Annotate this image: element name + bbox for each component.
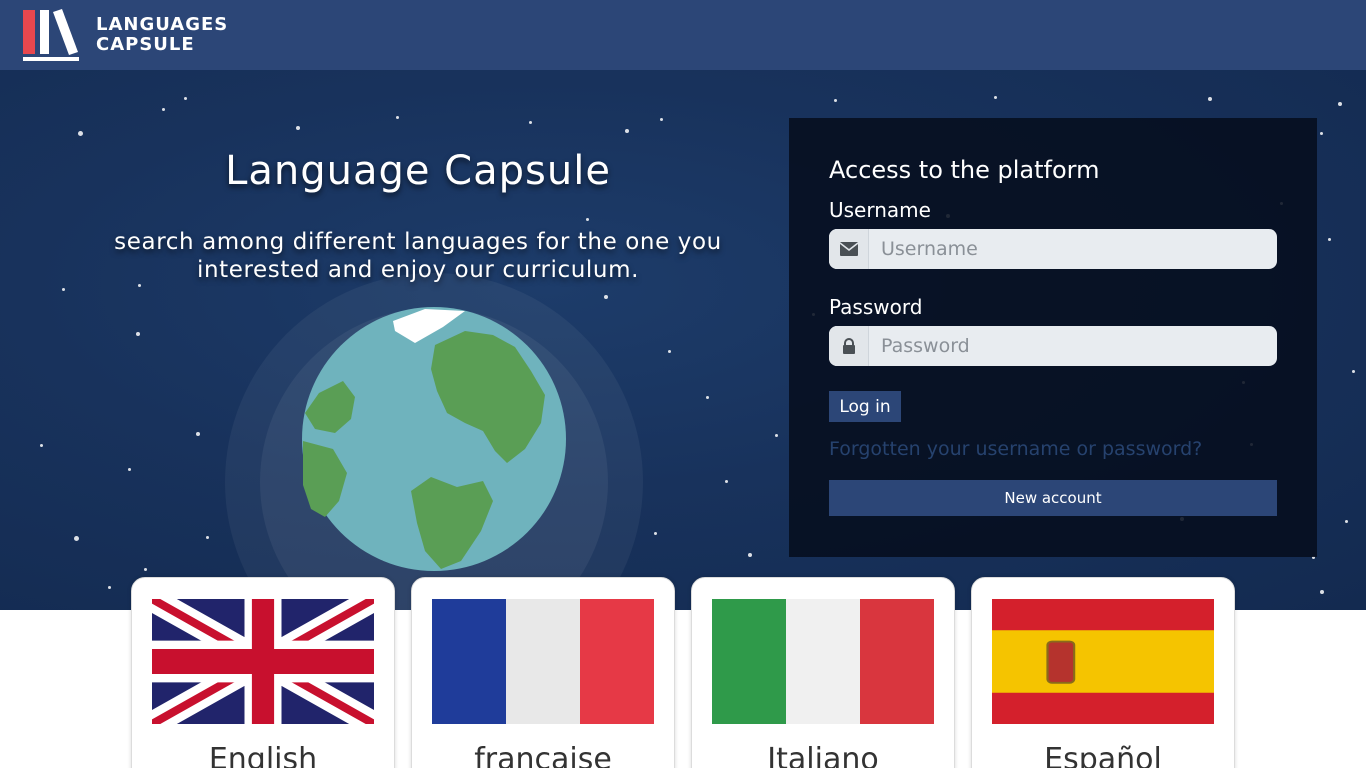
star-dot — [138, 284, 141, 287]
star-dot — [668, 350, 671, 353]
login-panel: Access to the platform Username Password… — [789, 118, 1317, 557]
username-input-group — [829, 229, 1277, 269]
top-navbar: LANGUAGES CAPSULE — [0, 0, 1366, 70]
star-dot — [775, 434, 778, 437]
language-card-french[interactable]: francaise — [411, 577, 675, 768]
star-dot — [396, 116, 399, 119]
password-input[interactable] — [869, 326, 1277, 366]
login-button[interactable]: Log in — [829, 391, 901, 422]
login-heading: Access to the platform — [829, 156, 1100, 184]
brand-line-2: CAPSULE — [96, 34, 195, 55]
star-dot — [1345, 520, 1348, 523]
star-dot — [625, 129, 629, 133]
star-dot — [1320, 590, 1324, 594]
star-dot — [725, 480, 728, 483]
star-dot — [206, 536, 209, 539]
star-dot — [184, 97, 187, 100]
star-dot — [62, 288, 65, 291]
star-dot — [1338, 102, 1342, 106]
hero-subtitle-line-1: search among different languages for the… — [114, 229, 722, 255]
star-dot — [78, 131, 83, 136]
hero-title: Language Capsule — [225, 148, 611, 194]
star-dot — [74, 536, 79, 541]
language-name: Español — [1044, 742, 1162, 768]
star-dot — [40, 444, 43, 447]
star-dot — [128, 468, 131, 471]
france-flag-icon — [432, 599, 654, 724]
star-dot — [296, 126, 300, 130]
language-name: francaise — [474, 742, 612, 768]
language-card-spanish[interactable]: Español — [971, 577, 1235, 768]
star-dot — [1352, 370, 1355, 373]
password-input-group — [829, 326, 1277, 366]
star-dot — [654, 532, 657, 535]
star-dot — [162, 108, 165, 111]
spain-flag-icon — [992, 599, 1214, 724]
brand-logo[interactable]: LANGUAGES CAPSULE — [22, 8, 228, 62]
star-dot — [748, 553, 752, 557]
star-dot — [994, 96, 997, 99]
brand-line-1: LANGUAGES — [96, 14, 229, 35]
language-card-english[interactable]: English — [131, 577, 395, 768]
star-dot — [144, 568, 147, 571]
brand-name: LANGUAGES CAPSULE — [96, 15, 228, 55]
star-dot — [196, 432, 200, 436]
star-dot — [1328, 238, 1331, 241]
star-dot — [586, 218, 589, 221]
star-dot — [1208, 97, 1212, 101]
username-label: Username — [829, 198, 931, 222]
star-dot — [706, 396, 709, 399]
star-dot — [108, 586, 111, 589]
books-logo-icon — [23, 9, 79, 61]
earth-globe-illustration — [225, 273, 643, 610]
star-dot — [136, 332, 140, 336]
forgot-credentials-link[interactable]: Forgotten your username or password? — [829, 438, 1202, 460]
hero-section: Language Capsule search among different … — [0, 70, 1366, 610]
star-dot — [1320, 132, 1323, 135]
star-dot — [660, 118, 663, 121]
password-label: Password — [829, 295, 923, 319]
uk-flag-icon — [152, 599, 374, 724]
new-account-button[interactable]: New account — [829, 480, 1277, 516]
star-dot — [834, 99, 837, 102]
star-dot — [529, 121, 532, 124]
italy-flag-icon — [712, 599, 934, 724]
lock-icon — [829, 326, 869, 366]
username-input[interactable] — [869, 229, 1277, 269]
language-name: Italiano — [767, 742, 879, 768]
language-card-italian[interactable]: Italiano — [691, 577, 955, 768]
language-name: English — [208, 742, 318, 768]
envelope-icon — [829, 229, 869, 269]
